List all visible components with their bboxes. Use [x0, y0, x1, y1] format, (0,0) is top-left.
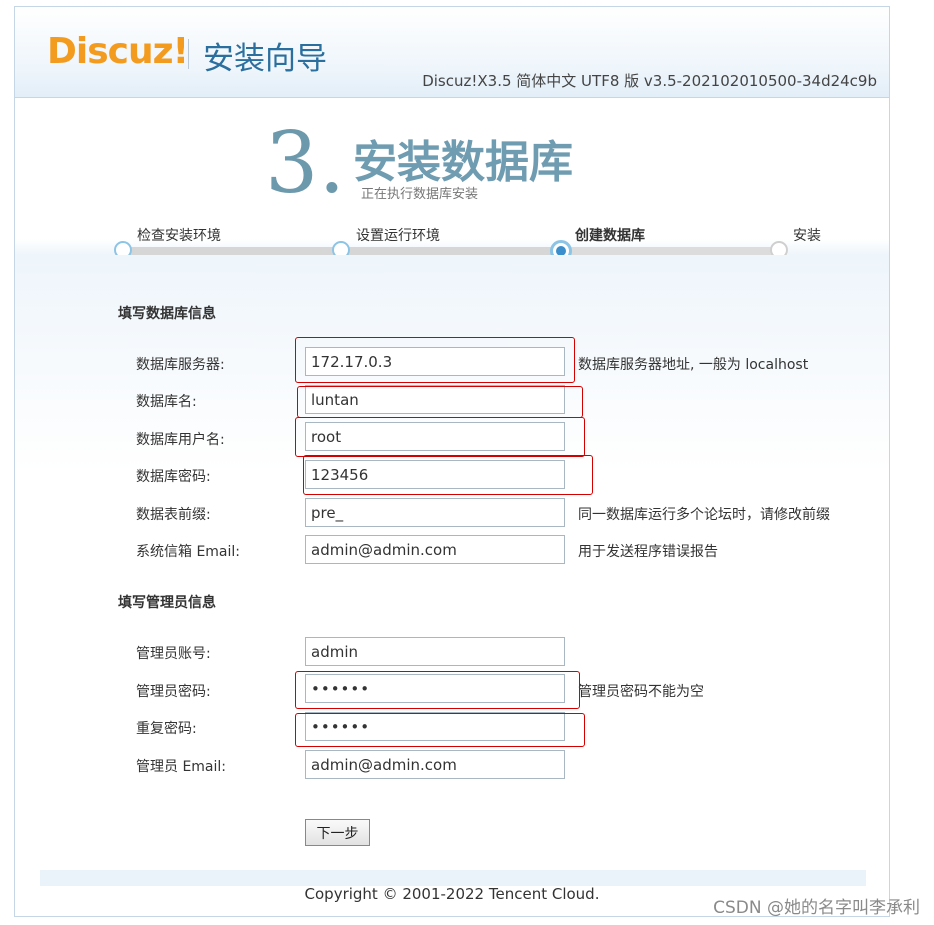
admin-section-title: 填写管理员信息 — [118, 595, 216, 611]
step-label-check-env: 检查安装环境 — [137, 228, 221, 244]
next-step-button[interactable]: 下一步 — [305, 819, 370, 846]
admin-account-input[interactable] — [305, 637, 565, 666]
repeat-password-label: 重复密码: — [136, 721, 197, 737]
db-name-input[interactable] — [305, 385, 565, 414]
db-host-label: 数据库服务器: — [136, 357, 225, 373]
db-user-input[interactable] — [305, 422, 565, 451]
version-string: Discuz!X3.5 简体中文 UTF8 版 v3.5-20210201050… — [422, 72, 877, 90]
db-section-title: 填写数据库信息 — [118, 306, 216, 322]
db-name-label: 数据库名: — [136, 394, 197, 410]
db-user-label: 数据库用户名: — [136, 432, 225, 448]
admin-password-input[interactable] — [305, 674, 565, 703]
wizard-title: 安装向导 — [203, 41, 327, 77]
db-host-input[interactable] — [305, 347, 565, 376]
step-label-install: 安装 — [793, 228, 821, 244]
installer-header: Discuz! 安装向导 Discuz!X3.5 简体中文 UTF8 版 v3.… — [15, 7, 889, 98]
csdn-watermark: CSDN @她的名字叫李承利 — [713, 898, 920, 918]
db-prefix-help: 同一数据库运行多个论坛时，请修改前缀 — [578, 507, 830, 523]
admin-account-label: 管理员账号: — [136, 646, 211, 662]
db-password-input[interactable] — [305, 460, 565, 489]
step-number: 3. — [265, 114, 346, 212]
admin-email-label: 管理员 Email: — [136, 759, 227, 775]
logo-divider — [188, 39, 189, 69]
system-email-help: 用于发送程序错误报告 — [578, 544, 718, 560]
step-label-create-db: 创建数据库 — [575, 228, 645, 244]
step-title: 安装数据库 — [353, 137, 573, 188]
admin-email-input[interactable] — [305, 750, 565, 779]
db-prefix-label: 数据表前缀: — [136, 507, 211, 523]
system-email-label: 系统信箱 Email: — [136, 544, 241, 560]
admin-password-label: 管理员密码: — [136, 684, 211, 700]
db-prefix-input[interactable] — [305, 498, 565, 527]
step-subtitle: 正在执行数据库安装 — [361, 187, 479, 202]
repeat-password-input[interactable] — [305, 712, 565, 741]
db-host-help: 数据库服务器地址, 一般为 localhost — [578, 357, 809, 373]
installer-window: Discuz! 安装向导 Discuz!X3.5 简体中文 UTF8 版 v3.… — [14, 6, 890, 917]
discuz-logo: Discuz! — [47, 31, 189, 72]
db-password-label: 数据库密码: — [136, 469, 211, 485]
system-email-input[interactable] — [305, 535, 565, 564]
footer-band — [40, 870, 866, 886]
step-label-set-env: 设置运行环境 — [356, 228, 440, 244]
admin-password-help: 管理员密码不能为空 — [578, 684, 704, 700]
